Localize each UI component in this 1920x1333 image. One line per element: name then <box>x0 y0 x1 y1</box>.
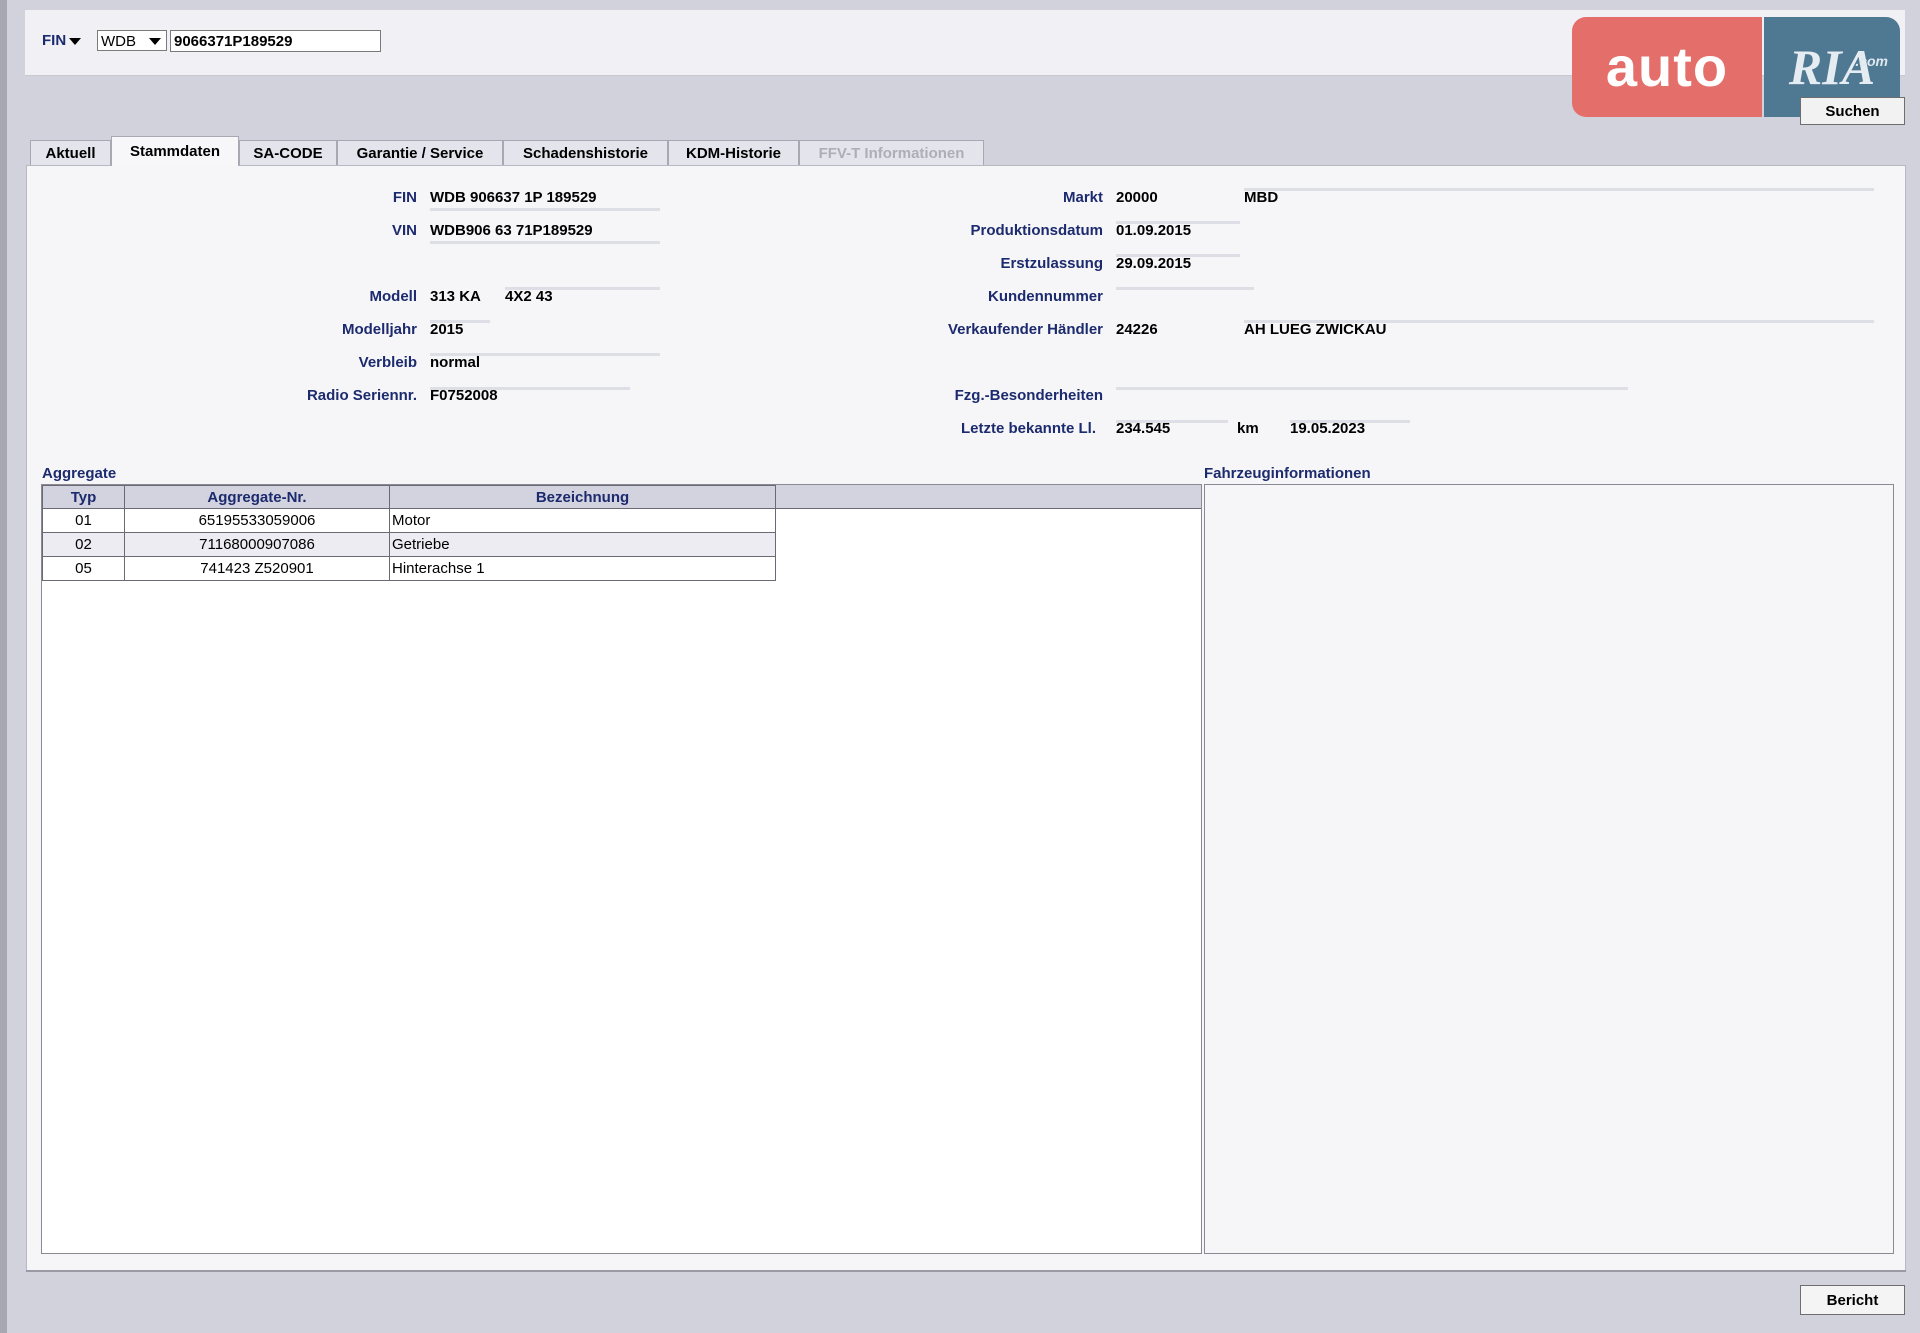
tab-stammdaten[interactable]: Stammdaten <box>111 136 239 166</box>
aggregate-title: Aggregate <box>42 465 117 482</box>
search-button[interactable]: Suchen <box>1800 97 1905 125</box>
logo-com-text: .com <box>1855 53 1888 69</box>
fahrzeuginformationen-box <box>1204 484 1894 1254</box>
field-value: normal <box>430 354 481 371</box>
aggregate-table: Typ Aggregate-Nr. Bezeichnung 01 6519553… <box>42 485 776 581</box>
table-row[interactable]: 02 71168000907086 Getriebe <box>42 532 776 557</box>
field-value-2: AH LUEG ZWICKAU <box>1244 321 1387 338</box>
cell-aggregate-nr: 65195533059006 <box>124 508 390 533</box>
cell-bezeichnung: Getriebe <box>389 532 776 557</box>
fin-prefix-value: WDB <box>101 33 136 50</box>
field-label: Letzte bekannte Ll. <box>960 420 1096 437</box>
field-value-2: MBD <box>1244 189 1279 206</box>
underline <box>1116 387 1628 390</box>
tab-schadenshistorie[interactable]: Schadenshistorie <box>503 140 668 166</box>
underline <box>430 241 660 244</box>
search-mode-label: FIN <box>42 32 67 49</box>
search-mode-dropdown[interactable]: FIN <box>42 32 82 49</box>
table-header-row: Typ Aggregate-Nr. Bezeichnung <box>42 485 776 509</box>
cell-aggregate-nr: 741423 Z520901 <box>124 556 390 581</box>
table-row[interactable]: 01 65195533059006 Motor <box>42 508 776 533</box>
report-button[interactable]: Bericht <box>1800 1285 1905 1315</box>
footer-divider <box>26 1270 1906 1272</box>
underline <box>505 287 660 290</box>
field-value: 01.09.2015 <box>1116 222 1192 239</box>
cell-typ: 02 <box>42 532 125 557</box>
logo-auto-text: auto <box>1572 17 1762 117</box>
field-label: Markt <box>1062 189 1103 206</box>
underline <box>1116 221 1240 224</box>
table-header-filler <box>773 485 1201 509</box>
underline <box>430 353 660 356</box>
field-value: WDB 906637 1P 189529 <box>430 189 597 206</box>
stammdaten-panel: FIN WDB 906637 1P 189529 VIN WDB906 63 7… <box>26 165 1906 1272</box>
window-left-edge <box>0 0 7 1333</box>
tab-aktuell[interactable]: Aktuell <box>30 140 111 166</box>
field-label: Verbleib <box>358 354 417 371</box>
field-value: 24226 <box>1116 321 1158 338</box>
underline <box>1244 320 1874 323</box>
column-header-typ[interactable]: Typ <box>42 485 125 509</box>
field-label: Produktionsdatum <box>970 222 1103 239</box>
underline <box>1116 420 1228 423</box>
underline <box>1244 188 1874 191</box>
field-label: Erstzulassung <box>1000 255 1103 272</box>
tab-sa-code[interactable]: SA-CODE <box>239 140 337 166</box>
table-row[interactable]: 05 741423 Z520901 Hinterachse 1 <box>42 556 776 581</box>
field-label: VIN <box>391 222 417 239</box>
field-value: 29.09.2015 <box>1116 255 1192 272</box>
underline <box>1290 420 1410 423</box>
tab-garantie-service[interactable]: Garantie / Service <box>337 140 503 166</box>
field-value: 20000 <box>1116 189 1158 206</box>
field-value: 313 KA <box>430 288 481 305</box>
chevron-down-icon <box>149 38 161 45</box>
column-header-aggregate-nr[interactable]: Aggregate-Nr. <box>124 485 390 509</box>
field-label: FIN <box>392 189 417 206</box>
underline <box>430 208 660 211</box>
underline <box>430 387 630 390</box>
tab-ffv-t-informationen: FFV-T Informationen <box>799 140 984 166</box>
field-label: Fzg.-Besonderheiten <box>954 387 1103 404</box>
fin-search-input[interactable]: 9066371P189529 <box>170 30 381 52</box>
underline <box>430 320 490 323</box>
cell-aggregate-nr: 71168000907086 <box>124 532 390 557</box>
tab-kdm-historie[interactable]: KDM-Historie <box>668 140 799 166</box>
cell-bezeichnung: Motor <box>389 508 776 533</box>
field-label: Radio Seriennr. <box>306 387 417 404</box>
fin-prefix-select[interactable]: WDB <box>97 30 167 51</box>
underline <box>1116 254 1240 257</box>
field-value: 2015 <box>430 321 464 338</box>
aggregate-table-container: Typ Aggregate-Nr. Bezeichnung 01 6519553… <box>41 484 1202 1254</box>
field-label: Modell <box>369 288 418 305</box>
fahrzeuginformationen-title: Fahrzeuginformationen <box>1204 465 1371 482</box>
field-label: Verkaufender Händler <box>947 321 1103 338</box>
field-label: Modelljahr <box>341 321 417 338</box>
field-unit: km <box>1237 420 1259 437</box>
underline <box>1116 287 1254 290</box>
column-header-bezeichnung[interactable]: Bezeichnung <box>389 485 776 509</box>
field-value-2: 4X2 43 <box>505 288 553 305</box>
cell-typ: 05 <box>42 556 125 581</box>
cell-bezeichnung: Hinterachse 1 <box>389 556 776 581</box>
field-value: WDB906 63 71P189529 <box>430 222 593 239</box>
cell-typ: 01 <box>42 508 125 533</box>
field-label: Kundennummer <box>987 288 1103 305</box>
chevron-down-icon <box>69 37 82 45</box>
